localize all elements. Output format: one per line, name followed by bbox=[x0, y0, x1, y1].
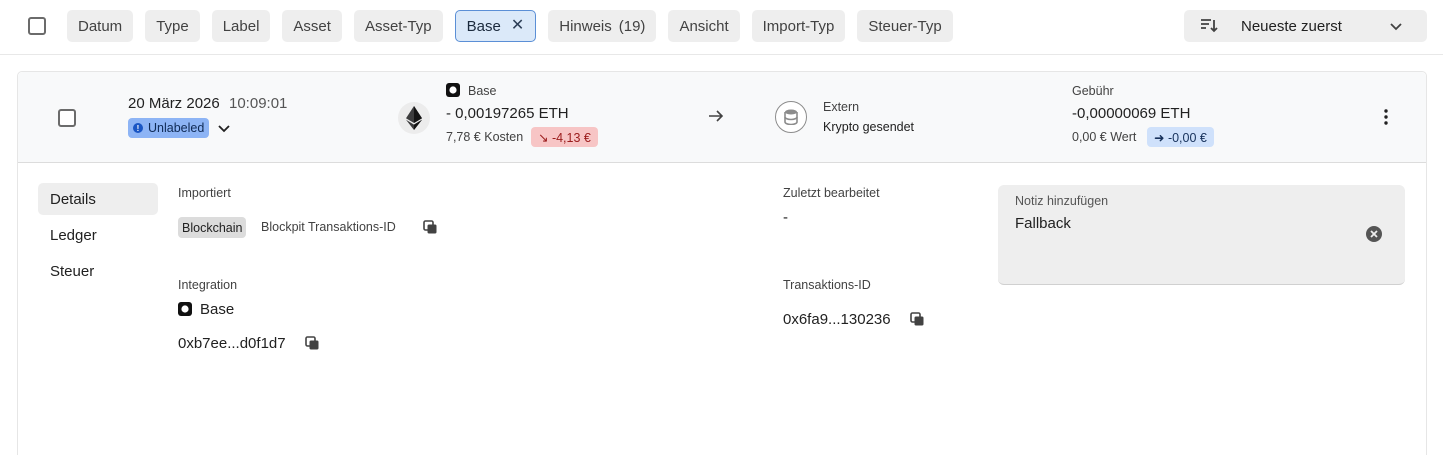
filter-chip-type[interactable]: Type bbox=[145, 10, 200, 42]
chip-label: Import-Typ bbox=[762, 17, 835, 35]
chip-label: Steuer-Typ bbox=[868, 17, 942, 35]
chip-label: Asset-Typ bbox=[364, 17, 432, 35]
filter-chip-ansicht[interactable]: Ansicht bbox=[668, 10, 740, 42]
imported-label: Importiert bbox=[178, 186, 231, 200]
sort-dropdown[interactable]: Neueste zuerst bbox=[1184, 10, 1427, 42]
fee-amount: -0,00000069 ETH bbox=[1072, 105, 1191, 122]
chevron-down-icon bbox=[1389, 19, 1403, 37]
detail-tabs: Details Ledger Steuer bbox=[38, 183, 158, 291]
sort-icon bbox=[1200, 17, 1218, 39]
transaction-direction: Krypto gesendet bbox=[823, 120, 915, 134]
integration-label: Integration bbox=[178, 278, 238, 292]
source-badge: Blockchain bbox=[178, 217, 247, 238]
blockpit-id-label: Blockpit Transaktions-ID bbox=[261, 220, 396, 234]
chip-label: Ansicht bbox=[679, 17, 729, 35]
row-checkbox[interactable] bbox=[58, 109, 76, 127]
chip-label: Type bbox=[156, 17, 189, 35]
filter-chip-steuer-typ[interactable]: Steuer-Typ bbox=[857, 10, 953, 42]
filter-chip-hinweis[interactable]: Hinweis (19) bbox=[548, 10, 657, 42]
chip-label: Base bbox=[466, 17, 501, 35]
integration-name: Base bbox=[200, 301, 235, 318]
transaction-amount: - 0,00197265 ETH bbox=[446, 105, 569, 122]
select-all-checkbox[interactable] bbox=[28, 17, 46, 35]
chip-count: (19) bbox=[618, 17, 646, 35]
more-vertical-icon[interactable] bbox=[1382, 108, 1390, 129]
note-field[interactable]: Notiz hinzufügen Fallback bbox=[998, 185, 1405, 285]
fee-label: Gebühr bbox=[1072, 84, 1114, 98]
filter-chip-asset-typ[interactable]: Asset-Typ bbox=[353, 10, 443, 42]
clear-icon[interactable] bbox=[1366, 226, 1382, 245]
label-badge-text: Unlabeled bbox=[148, 121, 205, 135]
chip-label: Datum bbox=[78, 17, 123, 35]
filter-chip-import-typ[interactable]: Import-Typ bbox=[751, 10, 846, 42]
copy-icon[interactable] bbox=[423, 220, 438, 238]
tab-ledger[interactable]: Ledger bbox=[38, 219, 158, 251]
transaction-time: 10:09:01 bbox=[229, 95, 288, 112]
chip-label: Hinweis bbox=[559, 17, 612, 35]
ethereum-icon bbox=[398, 102, 430, 134]
filter-chip-label[interactable]: Label bbox=[211, 10, 271, 42]
filter-chip-base[interactable]: Base ✕ bbox=[454, 10, 537, 42]
filter-chip-datum[interactable]: Datum bbox=[67, 10, 134, 42]
tab-steuer[interactable]: Steuer bbox=[38, 255, 158, 287]
fee-value: 0,00 € Wert bbox=[1072, 130, 1137, 144]
transaction-card: 20 März 2026 10:09:01 ! Unlabeled Base -… bbox=[17, 71, 1427, 455]
filter-chips: Datum Type Label Asset Asset-Typ Base ✕ … bbox=[67, 10, 953, 42]
last-edited-value: - bbox=[783, 209, 788, 226]
loss-badge: ↘ -4,13 € bbox=[531, 127, 598, 147]
base-network-icon bbox=[178, 302, 192, 319]
base-network-icon bbox=[446, 83, 460, 100]
database-icon bbox=[775, 101, 807, 133]
transaction-id-value: 0x6fa9...130236 bbox=[783, 311, 891, 328]
note-label: Notiz hinzufügen bbox=[1015, 194, 1109, 208]
asset-network: Base bbox=[468, 84, 497, 98]
last-edited-label: Zuletzt bearbeitet bbox=[783, 186, 880, 200]
integration-address: 0xb7ee...d0f1d7 bbox=[178, 335, 286, 352]
label-badge[interactable]: ! Unlabeled bbox=[128, 118, 210, 138]
arrow-right-icon bbox=[708, 108, 724, 127]
filter-bar: Datum Type Label Asset Asset-Typ Base ✕ … bbox=[0, 0, 1443, 55]
transaction-date: 20 März 2026 bbox=[128, 95, 220, 112]
note-value: Fallback bbox=[1015, 215, 1071, 232]
transaction-cost: 7,78 € Kosten bbox=[446, 130, 524, 144]
chip-label: Asset bbox=[293, 17, 331, 35]
transaction-id-label: Transaktions-ID bbox=[783, 278, 871, 292]
chip-label: Label bbox=[222, 17, 260, 35]
fee-change-badge: ➜ -0,00 € bbox=[1147, 127, 1214, 147]
copy-icon[interactable] bbox=[305, 336, 320, 354]
info-icon: ! bbox=[133, 123, 143, 133]
chevron-down-icon[interactable] bbox=[217, 121, 231, 138]
copy-icon[interactable] bbox=[910, 312, 925, 330]
filter-chip-asset[interactable]: Asset bbox=[282, 10, 342, 42]
close-icon[interactable]: ✕ bbox=[511, 18, 524, 34]
sort-label: Neueste zuerst bbox=[1241, 18, 1342, 35]
tab-details[interactable]: Details bbox=[38, 183, 158, 215]
transaction-row[interactable]: 20 März 2026 10:09:01 ! Unlabeled Base -… bbox=[18, 72, 1426, 163]
counterparty: Extern bbox=[823, 100, 860, 114]
